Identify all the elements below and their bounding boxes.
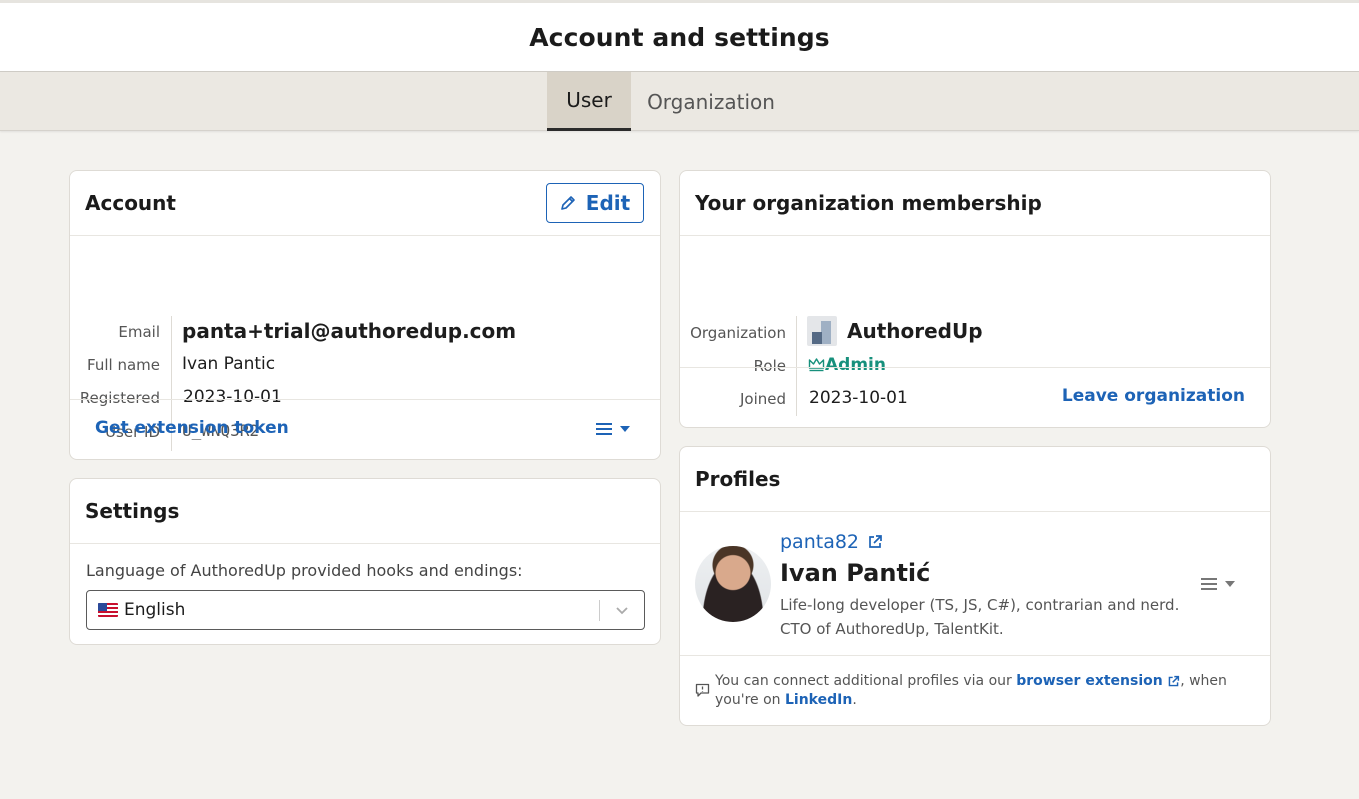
profile-menu-button[interactable] — [1201, 578, 1235, 590]
organization-role-value: Admin — [825, 355, 886, 375]
profiles-note-middle: , when — [1180, 673, 1227, 689]
profiles-note-line-1: You can connect additional profiles via … — [715, 672, 1227, 691]
us-flag-icon — [98, 603, 118, 617]
tab-bar: User Organization — [0, 72, 1359, 131]
account-registered-row: Registered 2023-10-01 — [70, 385, 660, 415]
organization-name-row: Organization AuthoredUp — [680, 316, 1270, 346]
organization-divider — [680, 367, 1270, 368]
account-card: Account Edit Email panta+trial@authoredu… — [69, 170, 661, 460]
account-fullname-value: Ivan Pantic — [182, 354, 276, 374]
account-card-title: Account — [85, 191, 176, 215]
hamburger-icon — [1201, 578, 1217, 590]
edit-button-label: Edit — [585, 191, 631, 215]
language-select-value: English — [124, 600, 186, 620]
profiles-note: You can connect additional profiles via … — [715, 672, 1227, 710]
profile-handle-link[interactable]: panta82 — [780, 531, 883, 553]
profiles-card-title: Profiles — [695, 467, 781, 491]
account-registered-value: 2023-10-01 — [183, 387, 282, 407]
account-fullname-label: Full name — [87, 356, 160, 374]
tab-user[interactable]: User — [547, 72, 631, 131]
account-card-header: Account Edit — [70, 171, 660, 236]
get-extension-token-link[interactable]: Get extension token — [95, 418, 289, 438]
hamburger-icon — [596, 423, 612, 435]
account-email-value: panta+trial@authoredup.com — [182, 319, 517, 343]
organization-card: Your organization membership Organizatio… — [679, 170, 1271, 428]
profile-bio-line-2: CTO of AuthoredUp, TalentKit. — [780, 620, 1004, 638]
edit-button[interactable]: Edit — [546, 183, 644, 223]
account-email-label: Email — [118, 323, 160, 341]
profile-name: Ivan Pantić — [780, 559, 931, 587]
caret-down-icon — [1225, 581, 1235, 587]
organization-name-label: Organization — [690, 324, 786, 342]
caret-down-icon — [620, 426, 630, 432]
pencil-icon — [560, 196, 575, 210]
language-select-separator — [599, 600, 600, 621]
language-select[interactable]: English — [86, 590, 645, 630]
account-divider — [70, 399, 660, 400]
chevron-down-icon — [616, 607, 628, 615]
crown-icon — [808, 358, 825, 372]
external-link-icon — [869, 535, 882, 548]
organization-name-value: AuthoredUp — [847, 319, 983, 343]
page-title: Account and settings — [529, 22, 830, 52]
profiles-note-prefix: You can connect additional profiles via … — [715, 673, 1012, 689]
account-registered-label: Registered — [79, 389, 160, 407]
organization-joined-value: 2023-10-01 — [809, 388, 908, 408]
page-header: Account and settings — [0, 0, 1359, 72]
leave-organization-link[interactable]: Leave organization — [1062, 386, 1245, 406]
browser-extension-link[interactable]: browser extension — [1016, 673, 1162, 689]
comment-icon — [695, 683, 710, 697]
profiles-divider — [680, 655, 1270, 656]
organization-joined-label: Joined — [739, 390, 786, 408]
organization-role-label: Role — [753, 357, 786, 375]
settings-card-title: Settings — [85, 499, 180, 523]
settings-card-header: Settings — [70, 479, 660, 544]
profiles-note-suffix: . — [852, 692, 857, 708]
profiles-note-line2-prefix: you're on — [715, 692, 781, 708]
profile-handle: panta82 — [780, 531, 860, 553]
profiles-card: Profiles panta82 Ivan Pantić Life-long d… — [679, 446, 1271, 726]
account-menu-button[interactable] — [596, 423, 630, 435]
language-label: Language of AuthoredUp provided hooks an… — [86, 561, 523, 580]
organization-card-header: Your organization membership — [680, 171, 1270, 236]
organization-logo — [807, 316, 837, 346]
profiles-note-line-2: you're on LinkedIn. — [715, 691, 1227, 710]
settings-card: Settings Language of AuthoredUp provided… — [69, 478, 661, 645]
external-link-icon — [1168, 675, 1180, 686]
avatar — [695, 546, 771, 622]
account-fullname-row: Full name Ivan Pantic — [70, 352, 660, 382]
profiles-card-header: Profiles — [680, 447, 1270, 512]
organization-card-title: Your organization membership — [695, 191, 1042, 215]
linkedin-link[interactable]: LinkedIn — [785, 692, 852, 708]
tab-organization[interactable]: Organization — [631, 72, 791, 131]
account-email-row: Email panta+trial@authoredup.com — [70, 318, 660, 348]
profile-bio-line-1: Life-long developer (TS, JS, C#), contra… — [780, 596, 1180, 614]
